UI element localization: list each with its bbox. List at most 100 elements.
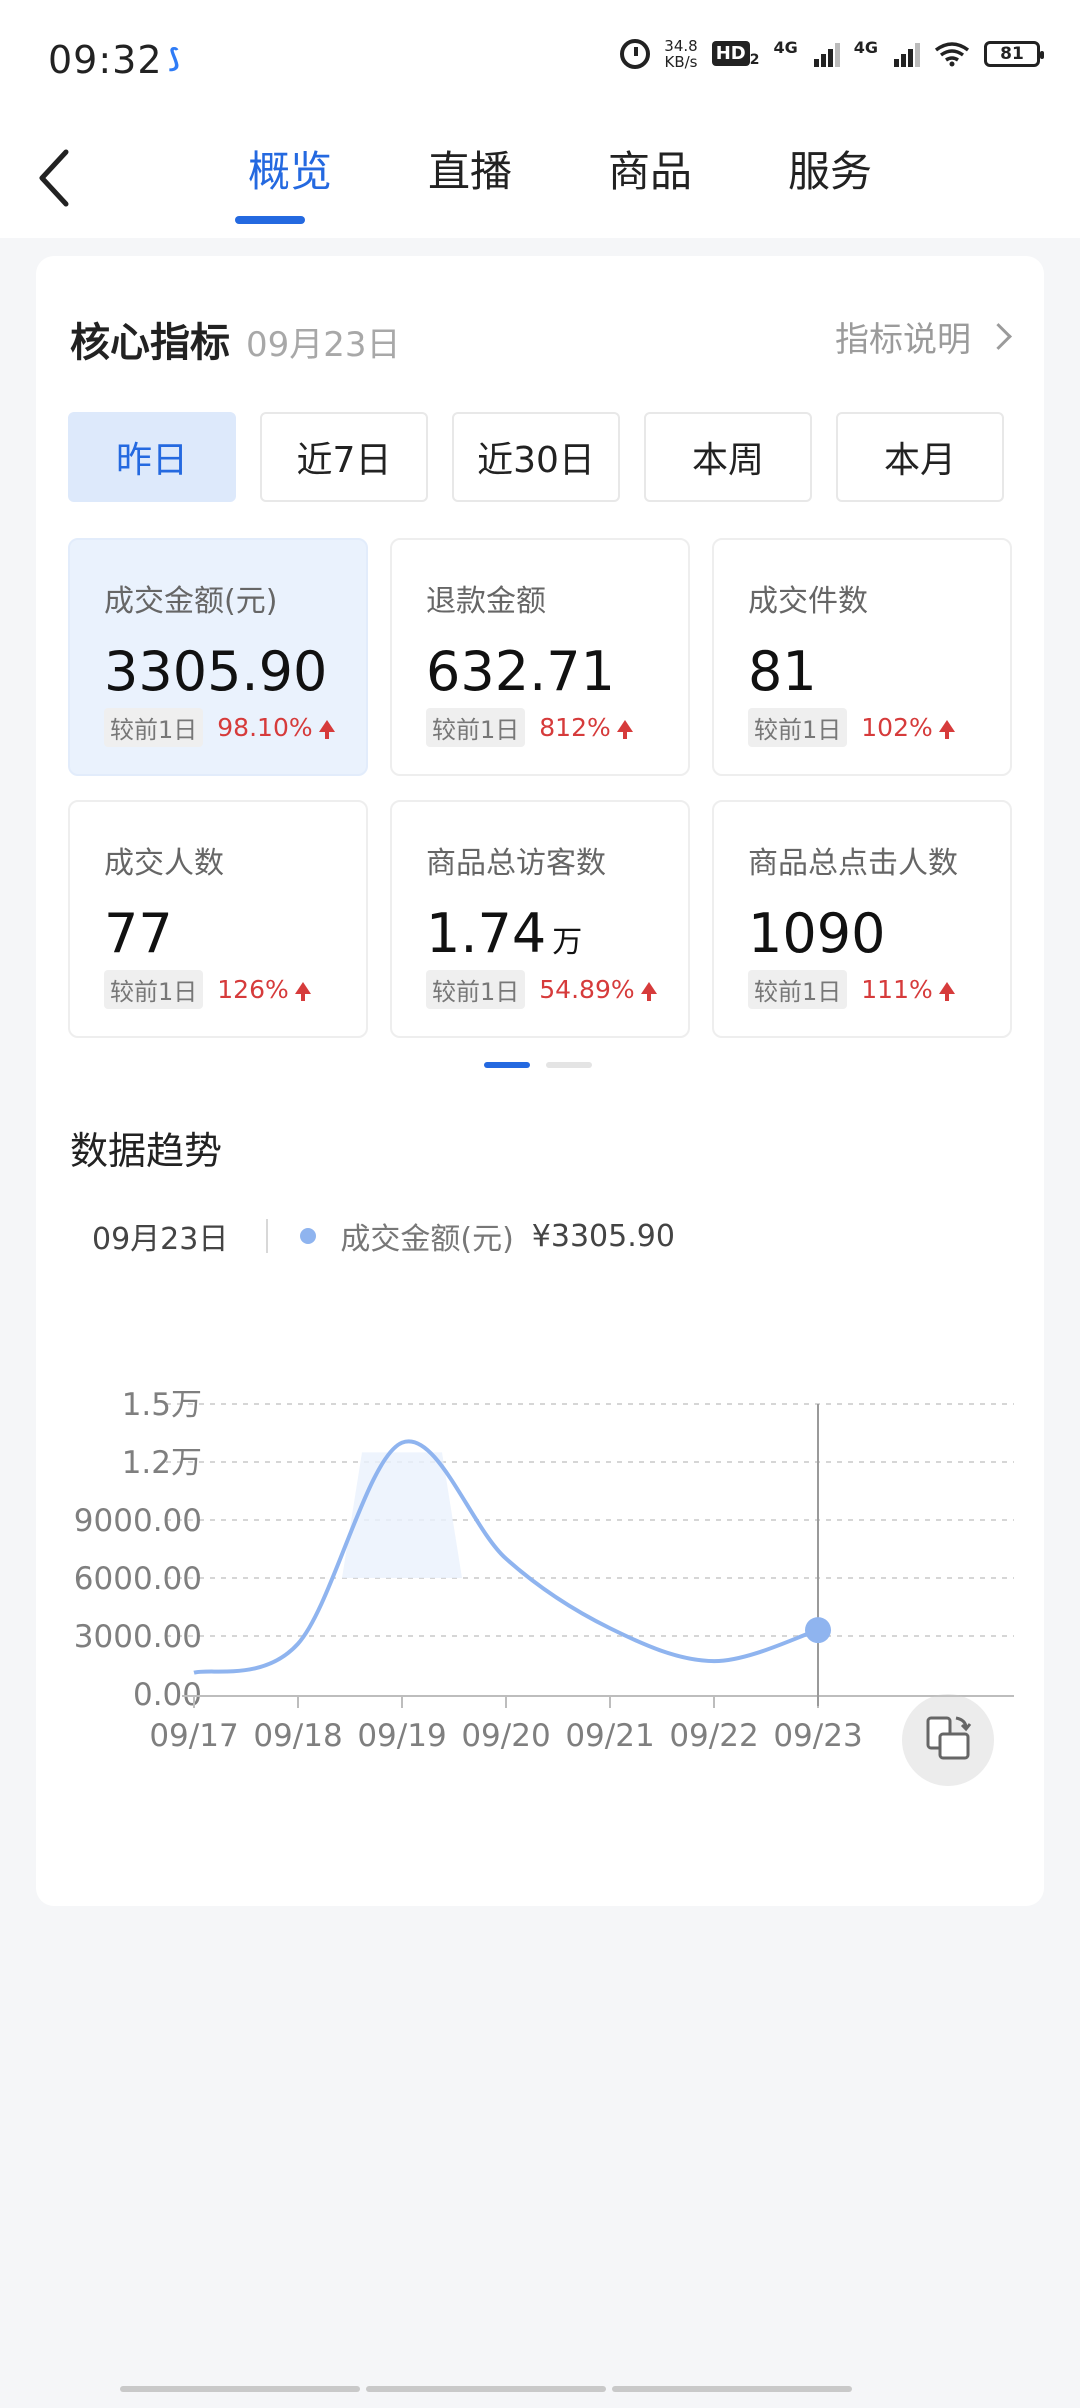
metric-value: 3305.90	[104, 640, 328, 703]
x-tick-label: 09/17	[149, 1718, 238, 1754]
y-tick-label: 6000.00	[74, 1561, 202, 1597]
metric-comparison: 较前1日 111%	[748, 970, 955, 1009]
period-last-30-days[interactable]: 近30日	[452, 412, 620, 502]
comparison-label: 较前1日	[748, 970, 848, 1009]
x-tick-label: 09/21	[565, 1718, 654, 1754]
core-metrics-header: 核心指标 09月23日	[70, 310, 401, 368]
tab-overview[interactable]: 概览	[200, 146, 380, 224]
metric-value: 77	[104, 902, 173, 965]
comparison-change: 812%	[539, 713, 633, 742]
comparison-change: 111%	[861, 975, 955, 1004]
metric-card-clicks[interactable]: 商品总点击人数 1090 较前1日 111%	[712, 800, 1012, 1038]
chevron-right-icon	[985, 323, 1012, 350]
y-tick-label: 1.5万	[122, 1387, 202, 1423]
metric-comparison: 较前1日 812%	[426, 708, 633, 747]
y-tick-label: 9000.00	[74, 1503, 202, 1539]
trend-line-chart[interactable]: 0.003000.006000.009000.001.2万1.5万 09/17 0…	[36, 1306, 1044, 1866]
trend-section-title: 数据趋势	[70, 1129, 223, 1173]
pager-dots	[484, 1062, 592, 1068]
core-metrics-date: 09月23日	[246, 325, 401, 365]
comparison-label: 较前1日	[426, 970, 526, 1009]
x-tick-label: 09/23	[773, 1718, 862, 1754]
legend-date: 09月23日	[92, 1222, 229, 1257]
pager-dot[interactable]	[546, 1062, 592, 1068]
metric-value: 81	[748, 640, 817, 703]
x-tick-label: 09/22	[669, 1718, 758, 1754]
period-this-week[interactable]: 本周	[644, 412, 812, 502]
status-time: 09:32	[48, 38, 163, 82]
up-arrow-icon	[640, 981, 657, 1001]
metric-card-gmv[interactable]: 成交金额(元) 3305.90 较前1日 98.10%	[68, 538, 368, 776]
data-point[interactable]	[805, 1617, 831, 1644]
x-tick-label: 09/20	[461, 1718, 550, 1754]
chart-legend: 09月23日 成交金额(元) ¥3305.90	[92, 1214, 675, 1258]
back-arrow-icon[interactable]	[30, 140, 90, 216]
app-notification-icon: ⟆	[168, 44, 180, 74]
metric-comparison: 较前1日 54.89%	[426, 970, 657, 1009]
period-yesterday[interactable]: 昨日	[68, 412, 236, 502]
metric-comparison: 较前1日 102%	[748, 708, 955, 747]
metric-label: 成交人数	[104, 846, 224, 881]
metric-card-items-sold[interactable]: 成交件数 81 较前1日 102%	[712, 538, 1012, 776]
up-arrow-icon	[938, 981, 955, 1001]
network-type-2: 4G	[853, 38, 878, 57]
comparison-label: 较前1日	[748, 708, 848, 747]
gesture-bar	[120, 2386, 852, 2392]
period-last-7-days[interactable]: 近7日	[260, 412, 428, 502]
metric-card-buyers[interactable]: 成交人数 77 较前1日 126%	[68, 800, 368, 1038]
legend-series-name: 成交金额(元)	[340, 1222, 514, 1257]
hd-icon: HD 2	[711, 40, 759, 68]
core-metrics-card: 核心指标 09月23日 指标说明 昨日 近7日 近30日 本周 本月 成交金额(…	[36, 256, 1044, 1906]
pager-dot-active[interactable]	[484, 1062, 530, 1068]
battery-icon: 81	[984, 41, 1044, 67]
network-speed: 34.8 KB/s	[664, 38, 697, 70]
y-tick-label: 3000.00	[74, 1619, 202, 1655]
legend-series-value: ¥3305.90	[531, 1218, 675, 1254]
metric-value: 632.71	[426, 640, 615, 703]
wifi-icon	[934, 42, 970, 67]
metrics-grid: 成交金额(元) 3305.90 较前1日 98.10% 退款金额 632.71 …	[68, 538, 1012, 1038]
period-this-month[interactable]: 本月	[836, 412, 1004, 502]
top-navigation: 概览 直播 商品 服务	[0, 118, 1080, 238]
metric-label: 成交件数	[748, 584, 868, 619]
tab-live[interactable]: 直播	[380, 146, 560, 224]
tab-services[interactable]: 服务	[740, 146, 920, 224]
core-metrics-title: 核心指标	[70, 320, 230, 366]
active-tab-indicator	[235, 216, 305, 224]
metrics-explanation-link[interactable]: 指标说明	[835, 312, 1012, 361]
metric-label: 商品总点击人数	[748, 846, 958, 881]
comparison-label: 较前1日	[426, 708, 526, 747]
metric-value: 1090	[748, 902, 886, 965]
network-speed-unit: KB/s	[664, 53, 698, 71]
metric-value: 1.74 万	[426, 902, 583, 965]
metric-card-refund[interactable]: 退款金额 632.71 较前1日 812%	[390, 538, 690, 776]
legend-series-dot	[300, 1228, 317, 1244]
metric-label: 退款金额	[426, 584, 546, 619]
comparison-change: 102%	[861, 713, 955, 742]
network-speed-value: 34.8	[664, 37, 698, 55]
comparison-label: 较前1日	[104, 970, 204, 1009]
tab-products[interactable]: 商品	[560, 146, 740, 224]
up-arrow-icon	[294, 981, 311, 1001]
floating-tool-button[interactable]	[902, 1694, 994, 1786]
comparison-label: 较前1日	[104, 708, 204, 747]
signal-icon-2	[894, 41, 920, 67]
status-bar: 09:32 ⟆ 34.8 KB/s HD 2 4G 4G 81	[0, 0, 1080, 118]
metric-card-visitors[interactable]: 商品总访客数 1.74 万 较前1日 54.89%	[390, 800, 690, 1038]
metrics-explanation-label: 指标说明	[835, 320, 971, 360]
signal-icon-1	[813, 41, 840, 67]
alarm-icon	[620, 39, 651, 69]
network-type-1: 4G	[773, 38, 798, 57]
comparison-change: 54.89%	[539, 975, 657, 1004]
comparison-change: 98.10%	[217, 713, 335, 742]
metric-label: 成交金额(元)	[104, 584, 278, 619]
period-selector: 昨日 近7日 近30日 本周 本月	[68, 412, 1004, 502]
comparison-change: 126%	[217, 975, 311, 1004]
up-arrow-icon	[616, 719, 633, 739]
status-icons: 34.8 KB/s HD 2 4G 4G 81	[620, 38, 1044, 70]
x-tick-label: 09/19	[357, 1718, 446, 1754]
x-tick-label: 09/18	[253, 1718, 342, 1754]
copy-windows-icon	[926, 1716, 972, 1760]
metric-comparison: 较前1日 98.10%	[104, 708, 335, 747]
metric-comparison: 较前1日 126%	[104, 970, 311, 1009]
